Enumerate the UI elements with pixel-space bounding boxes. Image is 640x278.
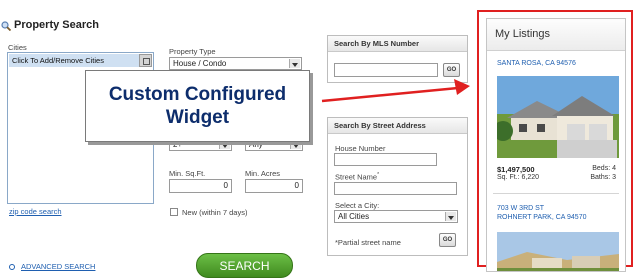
listing-2-street[interactable]: 703 W 3RD ST xyxy=(497,205,544,212)
mls-number-input[interactable] xyxy=(334,63,438,77)
property-type-value: House / Condo xyxy=(173,59,227,68)
house-number-label: House Number xyxy=(335,144,386,153)
listing-2-photo[interactable] xyxy=(497,232,619,271)
zip-code-search-link[interactable]: zip code search xyxy=(9,207,62,216)
street-panel-title: Search By Street Address xyxy=(328,118,467,134)
min-sqft-value: 0 xyxy=(223,181,228,190)
street-search-panel: Search By Street Address House Number St… xyxy=(327,117,468,256)
city-select[interactable]: All Cities xyxy=(334,210,458,223)
listing-2-address[interactable]: ROHNERT PARK, CA 94570 xyxy=(497,214,586,221)
min-acres-label: Min. Acres xyxy=(245,169,281,178)
listing-1-photo[interactable] xyxy=(497,76,619,158)
min-acres-value: 0 xyxy=(294,181,299,190)
chevron-down-icon xyxy=(289,59,300,68)
listing-1-address[interactable]: SANTA ROSA, CA 94576 xyxy=(497,60,576,67)
callout-line-2: Widget xyxy=(165,107,230,128)
listing-1-beds: Beds: 4 xyxy=(592,165,616,172)
city-select-value: All Cities xyxy=(338,212,370,221)
listing-1-sqft: Sq. Ft.: 6,220 xyxy=(497,174,540,181)
street-name-label: Street Name* xyxy=(335,172,380,182)
listing-divider xyxy=(493,193,619,194)
callout-box: Custom Configured Widget xyxy=(85,70,310,142)
search-button[interactable]: SEARCH xyxy=(196,253,293,278)
street-name-input[interactable] xyxy=(334,182,457,195)
partial-street-note: *Partial street name xyxy=(335,238,401,247)
search-button-label: SEARCH xyxy=(219,259,270,273)
advanced-bullet-icon xyxy=(9,264,15,270)
listing-1-baths: Baths: 3 xyxy=(590,174,616,181)
chevron-down-icon xyxy=(445,212,456,221)
cities-selected-item[interactable]: Click To Add/Remove Cities xyxy=(9,54,142,67)
street-go-button[interactable]: GO xyxy=(439,233,456,247)
property-type-select[interactable]: House / Condo xyxy=(169,57,302,70)
advanced-search-link[interactable]: ADVANCED SEARCH xyxy=(21,262,95,271)
new-checkbox-label: New (within 7 days) xyxy=(182,208,248,217)
callout-line-1: Custom Configured xyxy=(108,84,287,105)
page-title: Property Search xyxy=(14,19,99,31)
city-select-label: Select a City: xyxy=(335,201,380,210)
new-checkbox[interactable] xyxy=(170,208,178,216)
min-sqft-input[interactable]: 0 xyxy=(169,179,232,193)
cities-add-button[interactable] xyxy=(139,54,152,67)
mls-go-button[interactable]: GO xyxy=(443,63,460,77)
listing-1-price: $1,497,500 xyxy=(497,165,535,174)
cities-label: Cities xyxy=(8,43,27,52)
list-edit-icon xyxy=(143,58,150,65)
property-type-label: Property Type xyxy=(169,47,216,56)
listings-title: My Listings xyxy=(487,19,625,51)
callout-arrow xyxy=(321,79,470,103)
min-sqft-label: Min. Sq.Ft. xyxy=(169,169,206,178)
search-icon xyxy=(1,21,12,32)
house-number-input[interactable] xyxy=(334,153,437,166)
min-acres-input[interactable]: 0 xyxy=(245,179,303,193)
required-mark: * xyxy=(377,172,380,178)
mls-panel-title: Search By MLS Number xyxy=(328,36,467,52)
listings-widget: My Listings SANTA ROSA, CA 94576 $1,497,… xyxy=(486,18,626,272)
